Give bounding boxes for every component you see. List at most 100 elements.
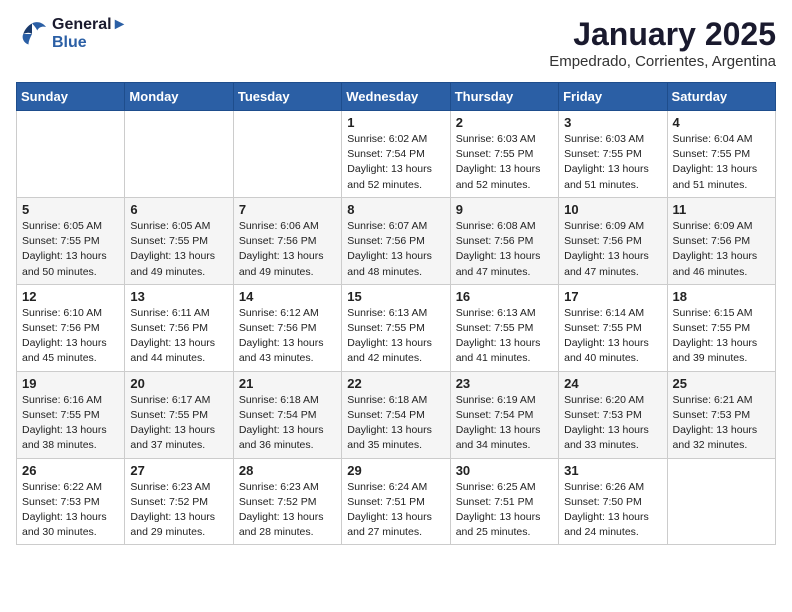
calendar-cell: 14 Sunrise: 6:12 AM Sunset: 7:56 PM Dayli… [233,284,341,371]
day-number: 25 [673,376,770,391]
calendar-cell: 5 Sunrise: 6:05 AM Sunset: 7:55 PM Daylig… [17,197,125,284]
day-info: Sunrise: 6:05 AM Sunset: 7:55 PM Dayligh… [22,219,119,280]
weekday-header: Saturday [667,83,775,111]
day-info: Sunrise: 6:08 AM Sunset: 7:56 PM Dayligh… [456,219,553,280]
calendar-cell [233,111,341,198]
calendar-cell [125,111,233,198]
day-info: Sunrise: 6:13 AM Sunset: 7:55 PM Dayligh… [456,306,553,367]
day-number: 17 [564,289,661,304]
calendar-week-row: 19 Sunrise: 6:16 AM Sunset: 7:55 PM Dayli… [17,371,776,458]
day-number: 14 [239,289,336,304]
title-block: January 2025 Empedrado, Corrientes, Arge… [549,16,776,70]
day-number: 18 [673,289,770,304]
calendar-cell: 23Sunrise: 6:19 AM Sunset: 7:54 PM Dayli… [450,371,558,458]
calendar-cell: 25 Sunrise: 6:21 AM Sunset: 7:53 PM Dayli… [667,371,775,458]
day-number: 23 [456,376,553,391]
calendar-cell: 6 Sunrise: 6:05 AM Sunset: 7:55 PM Daylig… [125,197,233,284]
day-number: 2 [456,115,553,130]
calendar-cell: 11Sunrise: 6:09 AM Sunset: 7:56 PM Dayli… [667,197,775,284]
day-info: Sunrise: 6:02 AM Sunset: 7:54 PM Dayligh… [347,132,444,193]
calendar-week-row: 5 Sunrise: 6:05 AM Sunset: 7:55 PM Daylig… [17,197,776,284]
day-info: Sunrise: 6:24 AM Sunset: 7:51 PM Dayligh… [347,480,444,541]
day-number: 19 [22,376,119,391]
day-info: Sunrise: 6:03 AM Sunset: 7:55 PM Dayligh… [564,132,661,193]
day-info: Sunrise: 6:20 AM Sunset: 7:53 PM Dayligh… [564,393,661,454]
day-number: 3 [564,115,661,130]
weekday-header: Wednesday [342,83,450,111]
day-info: Sunrise: 6:09 AM Sunset: 7:56 PM Dayligh… [673,219,770,280]
day-number: 28 [239,463,336,478]
calendar-cell: 18Sunrise: 6:15 AM Sunset: 7:55 PM Dayli… [667,284,775,371]
weekday-header: Thursday [450,83,558,111]
calendar-cell: 30Sunrise: 6:25 AM Sunset: 7:51 PM Dayli… [450,458,558,545]
day-number: 1 [347,115,444,130]
day-info: Sunrise: 6:23 AM Sunset: 7:52 PM Dayligh… [239,480,336,541]
calendar-cell: 26 Sunrise: 6:22 AM Sunset: 7:53 PM Dayli… [17,458,125,545]
day-info: Sunrise: 6:16 AM Sunset: 7:55 PM Dayligh… [22,393,119,454]
calendar-cell: 9 Sunrise: 6:08 AM Sunset: 7:56 PM Daylig… [450,197,558,284]
day-number: 10 [564,202,661,217]
day-number: 27 [130,463,227,478]
day-number: 24 [564,376,661,391]
day-info: Sunrise: 6:05 AM Sunset: 7:55 PM Dayligh… [130,219,227,280]
day-info: Sunrise: 6:13 AM Sunset: 7:55 PM Dayligh… [347,306,444,367]
calendar-cell: 7Sunrise: 6:06 AM Sunset: 7:56 PM Daylig… [233,197,341,284]
day-info: Sunrise: 6:11 AM Sunset: 7:56 PM Dayligh… [130,306,227,367]
day-number: 26 [22,463,119,478]
day-number: 13 [130,289,227,304]
calendar-cell: 1 Sunrise: 6:02 AM Sunset: 7:54 PM Daylig… [342,111,450,198]
weekday-header: Monday [125,83,233,111]
weekday-header: Friday [559,83,667,111]
calendar-cell: 12Sunrise: 6:10 AM Sunset: 7:56 PM Dayli… [17,284,125,371]
day-info: Sunrise: 6:10 AM Sunset: 7:56 PM Dayligh… [22,306,119,367]
day-number: 5 [22,202,119,217]
day-info: Sunrise: 6:23 AM Sunset: 7:52 PM Dayligh… [130,480,227,541]
day-info: Sunrise: 6:14 AM Sunset: 7:55 PM Dayligh… [564,306,661,367]
logo-text: General► Blue [52,16,127,52]
calendar-cell: 20Sunrise: 6:17 AM Sunset: 7:55 PM Dayli… [125,371,233,458]
day-info: Sunrise: 6:22 AM Sunset: 7:53 PM Dayligh… [22,480,119,541]
day-info: Sunrise: 6:04 AM Sunset: 7:55 PM Dayligh… [673,132,770,193]
day-number: 31 [564,463,661,478]
day-info: Sunrise: 6:17 AM Sunset: 7:55 PM Dayligh… [130,393,227,454]
day-info: Sunrise: 6:06 AM Sunset: 7:56 PM Dayligh… [239,219,336,280]
day-number: 9 [456,202,553,217]
calendar-cell: 31 Sunrise: 6:26 AM Sunset: 7:50 PM Dayli… [559,458,667,545]
calendar-cell [17,111,125,198]
weekday-header: Tuesday [233,83,341,111]
calendar-cell: 3 Sunrise: 6:03 AM Sunset: 7:55 PM Daylig… [559,111,667,198]
day-number: 16 [456,289,553,304]
day-info: Sunrise: 6:03 AM Sunset: 7:55 PM Dayligh… [456,132,553,193]
calendar-cell: 27 Sunrise: 6:23 AM Sunset: 7:52 PM Dayli… [125,458,233,545]
calendar-cell: 21 Sunrise: 6:18 AM Sunset: 7:54 PM Dayli… [233,371,341,458]
day-info: Sunrise: 6:18 AM Sunset: 7:54 PM Dayligh… [239,393,336,454]
calendar-cell: 29 Sunrise: 6:24 AM Sunset: 7:51 PM Dayli… [342,458,450,545]
day-info: Sunrise: 6:21 AM Sunset: 7:53 PM Dayligh… [673,393,770,454]
calendar-cell: 8 Sunrise: 6:07 AM Sunset: 7:56 PM Daylig… [342,197,450,284]
calendar-cell [667,458,775,545]
location-subtitle: Empedrado, Corrientes, Argentina [549,53,776,70]
month-year-title: January 2025 [549,16,776,53]
day-info: Sunrise: 6:09 AM Sunset: 7:56 PM Dayligh… [564,219,661,280]
calendar-cell: 2 Sunrise: 6:03 AM Sunset: 7:55 PM Daylig… [450,111,558,198]
calendar-cell: 15 Sunrise: 6:13 AM Sunset: 7:55 PM Dayli… [342,284,450,371]
day-number: 6 [130,202,227,217]
weekday-header-row: SundayMondayTuesdayWednesdayThursdayFrid… [17,83,776,111]
calendar-cell: 22Sunrise: 6:18 AM Sunset: 7:54 PM Dayli… [342,371,450,458]
calendar-cell: 10 Sunrise: 6:09 AM Sunset: 7:56 PM Dayli… [559,197,667,284]
calendar-table: SundayMondayTuesdayWednesdayThursdayFrid… [16,82,776,545]
calendar-cell: 17 Sunrise: 6:14 AM Sunset: 7:55 PM Dayli… [559,284,667,371]
calendar-cell: 4Sunrise: 6:04 AM Sunset: 7:55 PM Daylig… [667,111,775,198]
day-info: Sunrise: 6:12 AM Sunset: 7:56 PM Dayligh… [239,306,336,367]
day-number: 8 [347,202,444,217]
day-info: Sunrise: 6:18 AM Sunset: 7:54 PM Dayligh… [347,393,444,454]
page-header: General► Blue January 2025 Empedrado, Co… [16,16,776,70]
day-number: 15 [347,289,444,304]
day-info: Sunrise: 6:07 AM Sunset: 7:56 PM Dayligh… [347,219,444,280]
day-info: Sunrise: 6:26 AM Sunset: 7:50 PM Dayligh… [564,480,661,541]
calendar-week-row: 12Sunrise: 6:10 AM Sunset: 7:56 PM Dayli… [17,284,776,371]
calendar-cell: 13 Sunrise: 6:11 AM Sunset: 7:56 PM Dayli… [125,284,233,371]
logo-icon [16,20,48,48]
day-number: 21 [239,376,336,391]
day-number: 29 [347,463,444,478]
